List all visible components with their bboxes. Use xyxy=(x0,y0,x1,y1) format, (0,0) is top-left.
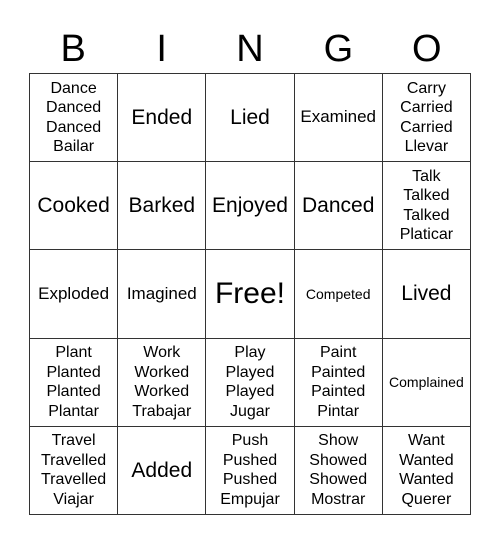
bingo-cell-r3-c4[interactable]: Competed xyxy=(294,250,383,339)
bingo-cell-r1-c4[interactable]: Examined xyxy=(294,74,383,163)
cell-text: Lived xyxy=(401,282,452,306)
cell-text: Barked xyxy=(128,194,196,218)
cell-text: Exploded xyxy=(38,283,110,303)
cell-text: Enjoyed xyxy=(212,194,288,218)
bingo-cell-r2-c5[interactable]: Talk Talked Talked Platicar xyxy=(382,162,471,251)
bingo-cell-free[interactable]: Free! xyxy=(206,250,295,339)
bingo-cell-r2-c3[interactable]: Enjoyed xyxy=(206,162,295,251)
bingo-cell-r1-c3[interactable]: Lied xyxy=(206,74,295,163)
cell-text: Play Played Played Jugar xyxy=(225,344,275,420)
cell-text: Want Wanted Wanted Querer xyxy=(399,432,454,508)
bingo-cell-r2-c1[interactable]: Cooked xyxy=(30,162,119,251)
bingo-cell-r5-c1[interactable]: Travel Travelled Travelled Viajar xyxy=(30,426,119,515)
cell-text: Paint Painted Painted Pintar xyxy=(311,344,366,420)
header-letter-b: B xyxy=(60,28,86,70)
bingo-cell-r2-c4[interactable]: Danced xyxy=(294,162,383,251)
bingo-cell-r4-c3[interactable]: Play Played Played Jugar xyxy=(206,338,295,427)
cell-text: Carry Carried Carried Llevar xyxy=(400,79,453,156)
bingo-cell-r4-c5[interactable]: Complained xyxy=(382,338,471,427)
bingo-cell-r5-c5[interactable]: Want Wanted Wanted Querer xyxy=(382,426,471,515)
bingo-cell-r3-c2[interactable]: Imagined xyxy=(118,250,207,339)
cell-text: Added xyxy=(131,458,193,482)
cell-text: Cooked xyxy=(37,194,110,218)
bingo-cell-r3-c1[interactable]: Exploded xyxy=(30,250,119,339)
cell-text: Travel Travelled Travelled Viajar xyxy=(40,432,107,508)
bingo-cell-r4-c1[interactable]: Plant Planted Planted Plantar xyxy=(30,338,119,427)
header-letter-g: G xyxy=(323,28,354,70)
bingo-cell-r1-c1[interactable]: Dance Danced Danced Bailar xyxy=(30,74,119,163)
bingo-cell-r2-c2[interactable]: Barked xyxy=(118,162,207,251)
cell-text: Danced xyxy=(302,194,375,218)
bingo-grid: Dance Danced Danced Bailar Ended Lied Ex… xyxy=(29,73,471,515)
header-letter-n: N xyxy=(236,28,264,70)
cell-text: Push Pushed Pushed Empujar xyxy=(220,432,280,508)
bingo-cell-r4-c4[interactable]: Paint Painted Painted Pintar xyxy=(294,338,383,427)
bingo-cell-r5-c3[interactable]: Push Pushed Pushed Empujar xyxy=(206,426,295,515)
bingo-cell-r1-c2[interactable]: Ended xyxy=(118,74,207,163)
bingo-header: B I N G O xyxy=(29,26,471,72)
bingo-cell-r5-c4[interactable]: Show Showed Showed Mostrar xyxy=(294,426,383,515)
cell-text: Plant Planted Planted Plantar xyxy=(46,344,101,420)
cell-text: Work Worked Worked Trabajar xyxy=(132,344,192,420)
free-space-text: Free! xyxy=(214,276,285,310)
cell-text: Competed xyxy=(305,285,371,302)
cell-text: Examined xyxy=(300,107,376,127)
cell-text: Show Showed Showed Mostrar xyxy=(309,432,368,508)
cell-text: Imagined xyxy=(126,283,197,303)
header-letter-o: O xyxy=(412,28,442,70)
bingo-cell-r4-c2[interactable]: Work Worked Worked Trabajar xyxy=(118,338,207,427)
bingo-cell-r1-c5[interactable]: Carry Carried Carried Llevar xyxy=(382,74,471,163)
bingo-cell-r3-c5[interactable]: Lived xyxy=(382,250,471,339)
cell-text: Complained xyxy=(389,373,464,390)
cell-text: Lied xyxy=(230,106,270,129)
header-letter-i: I xyxy=(156,28,167,70)
cell-text: Talk Talked Talked Platicar xyxy=(399,167,454,244)
bingo-cell-r5-c2[interactable]: Added xyxy=(118,426,207,515)
cell-text: Dance Danced Danced Bailar xyxy=(46,79,102,156)
cell-text: Ended xyxy=(131,106,193,129)
